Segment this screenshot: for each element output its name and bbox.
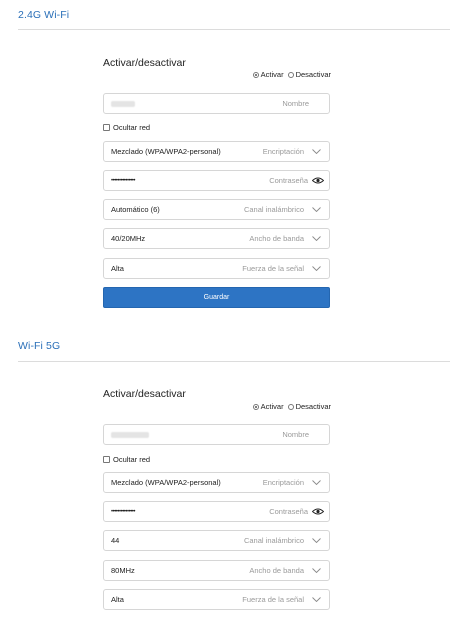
password-label: Contraseña (269, 176, 308, 185)
ssid-name-label: Nombre (282, 430, 309, 439)
section-divider (18, 361, 450, 362)
encryption-value: Mezclado (WPA/WPA2-personal) (111, 478, 221, 487)
signal-label: Fuerza de la señal (242, 264, 304, 273)
encryption-value: Mezclado (WPA/WPA2-personal) (111, 147, 221, 156)
chevron-down-icon (310, 205, 322, 215)
hide-network-checkbox[interactable] (103, 456, 110, 463)
ssid-name-value-blurred (111, 431, 149, 438)
section-divider (18, 29, 450, 30)
chevron-down-icon (310, 566, 322, 576)
channel-select[interactable]: 44 Canal inalámbrico (103, 530, 330, 551)
channel-label: Canal inalámbrico (243, 205, 304, 214)
password-value: ••••••••••••••• (111, 177, 136, 184)
ssid-name-value-blurred (111, 100, 135, 107)
channel-label: Canal inalámbrico (243, 536, 304, 545)
chevron-down-icon (310, 478, 322, 488)
chevron-down-icon (310, 536, 322, 546)
radio-activar-label: Activar (260, 70, 284, 79)
password-label: Contraseña (269, 507, 308, 516)
bandwidth-select[interactable]: 40/20MHz Ancho de banda (103, 228, 330, 249)
ssid-name-label: Nombre (282, 99, 309, 108)
radio-desactivar[interactable] (287, 71, 294, 78)
ssid-name-field[interactable]: Nombre (103, 93, 330, 114)
encryption-select[interactable]: Mezclado (WPA/WPA2-personal) Encriptació… (103, 141, 330, 162)
section-title-24g: 2.4G Wi-Fi (18, 9, 70, 21)
radio-desactivar-label: Desactivar (295, 70, 331, 79)
encryption-label: Encriptación (262, 478, 304, 487)
toggle-radio-group: Activar Desactivar (252, 402, 331, 411)
hide-network-checkbox[interactable] (103, 124, 110, 131)
eye-icon[interactable] (312, 507, 324, 517)
channel-select[interactable]: Automático (6) Canal inalámbrico (103, 199, 330, 220)
radio-activar[interactable] (252, 71, 259, 78)
signal-value: Alta (111, 264, 124, 273)
signal-strength-select[interactable]: Alta Fuerza de la señal (103, 258, 330, 279)
bandwidth-label: Ancho de banda (249, 566, 304, 575)
chevron-down-icon (310, 234, 322, 244)
eye-icon[interactable] (312, 176, 324, 186)
hide-network-row: Ocultar red (103, 123, 150, 132)
chevron-down-icon (310, 264, 322, 274)
chevron-down-icon (310, 147, 322, 157)
radio-desactivar-label: Desactivar (295, 402, 331, 411)
bandwidth-select[interactable]: 80MHz Ancho de banda (103, 560, 330, 581)
bandwidth-value: 80MHz (111, 566, 135, 575)
bandwidth-label: Ancho de banda (249, 234, 304, 243)
signal-value: Alta (111, 595, 124, 604)
toggle-radio-group: Activar Desactivar (252, 70, 331, 79)
channel-value: 44 (111, 536, 120, 545)
save-button[interactable]: Guardar (103, 287, 330, 308)
toggle-heading: Activar/desactivar (103, 388, 186, 400)
radio-desactivar[interactable] (287, 403, 294, 410)
password-field[interactable]: ••••••••••••••• Contraseña (103, 501, 330, 522)
password-value: ••••••••••••••• (111, 508, 136, 515)
encryption-label: Encriptación (262, 147, 304, 156)
chevron-down-icon (310, 595, 322, 605)
signal-label: Fuerza de la señal (242, 595, 304, 604)
section-title-5g: Wi-Fi 5G (18, 340, 61, 352)
hide-network-label: Ocultar red (113, 123, 151, 132)
toggle-heading: Activar/desactivar (103, 57, 186, 69)
hide-network-row: Ocultar red (103, 455, 150, 464)
signal-strength-select[interactable]: Alta Fuerza de la señal (103, 589, 330, 610)
radio-activar[interactable] (252, 403, 259, 410)
ssid-name-field[interactable]: Nombre (103, 424, 330, 445)
channel-value: Automático (6) (111, 205, 160, 214)
radio-activar-label: Activar (260, 402, 284, 411)
password-field[interactable]: ••••••••••••••• Contraseña (103, 170, 330, 191)
bandwidth-value: 40/20MHz (111, 234, 146, 243)
hide-network-label: Ocultar red (113, 455, 151, 464)
encryption-select[interactable]: Mezclado (WPA/WPA2-personal) Encriptació… (103, 472, 330, 493)
